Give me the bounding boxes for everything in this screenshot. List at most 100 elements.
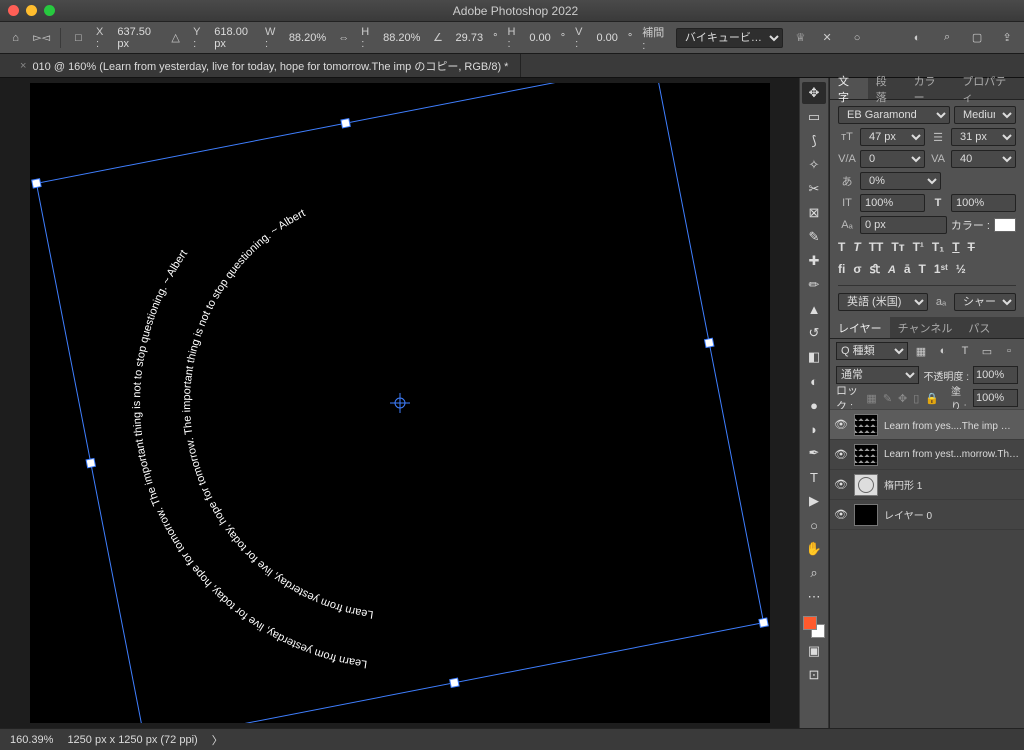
visibility-icon[interactable]: 👁: [834, 478, 848, 491]
filter-shape-icon[interactable]: ▭: [978, 342, 996, 360]
frame-icon[interactable]: ▢: [968, 29, 986, 47]
tracking-input[interactable]: 40: [951, 150, 1016, 168]
lock-paint-icon[interactable]: ✎: [883, 392, 892, 405]
tab-paths[interactable]: パス: [960, 317, 998, 338]
window-minimize[interactable]: [26, 5, 37, 16]
commit-icon[interactable]: ○: [848, 29, 866, 47]
crop-tool-icon[interactable]: ✂: [802, 178, 826, 200]
wand-tool-icon[interactable]: ✧: [802, 154, 826, 176]
lock-nest-icon[interactable]: ▯: [913, 392, 919, 405]
filter-img-icon[interactable]: ▦: [912, 342, 930, 360]
lasso-tool-icon[interactable]: ⟆: [802, 130, 826, 152]
quickmask-icon[interactable]: ▣: [802, 640, 826, 662]
oldstyle-icon[interactable]: ½: [956, 262, 966, 276]
heal-tool-icon[interactable]: ✚: [802, 250, 826, 272]
y-value[interactable]: 618.00 px: [214, 26, 255, 50]
layer-filter[interactable]: Q 種類: [836, 342, 908, 360]
kerning-input[interactable]: 0: [860, 150, 925, 168]
layer-row[interactable]: 👁レイヤー 0: [830, 500, 1024, 530]
ref-point-icon[interactable]: □: [71, 29, 86, 47]
cancel-icon[interactable]: ✕: [818, 29, 836, 47]
cloud-icon[interactable]: ◐: [908, 29, 926, 47]
shape-tool-icon[interactable]: ○: [802, 514, 826, 536]
history-brush-icon[interactable]: ↺: [802, 322, 826, 344]
text-color-chip[interactable]: [994, 218, 1016, 232]
titling-icon[interactable]: ā: [904, 262, 911, 276]
stylistic-icon[interactable]: A: [888, 262, 896, 276]
eyedropper-tool-icon[interactable]: ✎: [802, 226, 826, 248]
smallcaps-icon[interactable]: Tᴛ: [891, 240, 904, 254]
link-icon[interactable]: ⇔: [336, 29, 351, 47]
path-select-icon[interactable]: ▶: [802, 490, 826, 512]
layer-thumb[interactable]: [854, 474, 878, 496]
pen-tool-icon[interactable]: ✒: [802, 442, 826, 464]
transform-icon[interactable]: ▻◅: [33, 29, 50, 47]
superscript-icon[interactable]: T¹: [913, 240, 924, 254]
ordinals-icon[interactable]: T: [919, 262, 926, 276]
document-tab[interactable]: × 010 @ 160% (Learn from yesterday, live…: [0, 54, 521, 77]
faux-italic-icon[interactable]: T: [853, 240, 860, 254]
window-close[interactable]: [8, 5, 19, 16]
lock-all-icon[interactable]: 🔒: [925, 392, 939, 405]
leading-input[interactable]: 31 px: [951, 128, 1016, 146]
canvas-area[interactable]: Learn from yesterday, live for today, ho…: [0, 78, 799, 728]
layer-name[interactable]: Learn from yest...morrow.The imp: [884, 449, 1020, 460]
share-icon[interactable]: ⇪: [998, 29, 1016, 47]
home-icon[interactable]: ⌂: [8, 29, 23, 47]
layer-name[interactable]: 楕円形 1: [884, 477, 1020, 492]
filter-adj-icon[interactable]: ◐: [934, 342, 952, 360]
subscript-icon[interactable]: T₁: [932, 240, 944, 254]
color-swatch[interactable]: [803, 616, 825, 638]
ligatures-icon[interactable]: fi: [838, 262, 845, 276]
antialias-select[interactable]: シャープ: [954, 293, 1016, 311]
layer-name[interactable]: Learn from yes....The imp のコピー: [884, 417, 1020, 432]
tab-color[interactable]: カラー: [906, 78, 955, 99]
interp-select[interactable]: バイキュービ…: [676, 28, 783, 48]
visibility-icon[interactable]: 👁: [834, 448, 848, 461]
stamp-tool-icon[interactable]: ▲: [802, 298, 826, 320]
contextual-icon[interactable]: σ: [853, 262, 861, 276]
search-icon[interactable]: ⌕: [938, 29, 956, 47]
vscale-input[interactable]: [860, 194, 925, 212]
zoom-tool-icon[interactable]: ⌕: [802, 562, 826, 584]
layer-row[interactable]: 👁 Learn from yest...morrow.The imp: [830, 440, 1024, 470]
layer-thumb[interactable]: [854, 414, 878, 436]
move-tool-icon[interactable]: ✥: [802, 82, 826, 104]
w-value[interactable]: 88.20%: [289, 32, 326, 44]
visibility-icon[interactable]: 👁: [834, 418, 848, 431]
tab-properties[interactable]: プロパティ: [954, 78, 1024, 99]
close-tab-icon[interactable]: ×: [20, 60, 26, 72]
filter-smart-icon[interactable]: ▫: [1000, 342, 1018, 360]
filter-type-icon[interactable]: T: [956, 342, 974, 360]
tsume-input[interactable]: 0%: [860, 172, 941, 190]
frame-tool-icon[interactable]: ⊠: [802, 202, 826, 224]
baseline-input[interactable]: [860, 216, 947, 234]
language-select[interactable]: 英語 (米国): [838, 293, 928, 311]
lock-pos-icon[interactable]: ✥: [898, 392, 907, 405]
font-family-select[interactable]: EB Garamond: [838, 106, 950, 124]
tab-paragraph[interactable]: 段落: [868, 78, 906, 99]
layer-list[interactable]: 👁 Learn from yes....The imp のコピー 👁 Learn fr…: [830, 409, 1024, 728]
marquee-tool-icon[interactable]: ▭: [802, 106, 826, 128]
status-arrow-icon[interactable]: 〉: [212, 732, 223, 748]
zoom-display[interactable]: 160.39%: [10, 734, 53, 746]
hskew-value[interactable]: 0.00: [529, 32, 550, 44]
dodge-tool-icon[interactable]: ◗: [802, 418, 826, 440]
swash-icon[interactable]: ﬆ: [870, 262, 880, 276]
font-style-select[interactable]: Medium: [954, 106, 1016, 124]
hand-tool-icon[interactable]: ✋: [802, 538, 826, 560]
layer-thumb[interactable]: [854, 504, 878, 526]
eraser-tool-icon[interactable]: ◧: [802, 346, 826, 368]
layer-row[interactable]: 👁 楕円形 1: [830, 470, 1024, 500]
opacity-input[interactable]: [973, 366, 1018, 384]
gradient-tool-icon[interactable]: ◐: [802, 370, 826, 392]
strike-icon[interactable]: T: [968, 240, 975, 254]
brush-tool-icon[interactable]: ✏: [802, 274, 826, 296]
fractions-icon[interactable]: 1ˢᵗ: [934, 262, 948, 276]
vskew-value[interactable]: 0.00: [596, 32, 617, 44]
allcaps-icon[interactable]: TT: [869, 240, 884, 254]
lock-trans-icon[interactable]: ▦: [866, 392, 876, 405]
underline-icon[interactable]: T: [952, 240, 959, 254]
blur-tool-icon[interactable]: ●: [802, 394, 826, 416]
font-size-input[interactable]: 47 px: [860, 128, 925, 146]
